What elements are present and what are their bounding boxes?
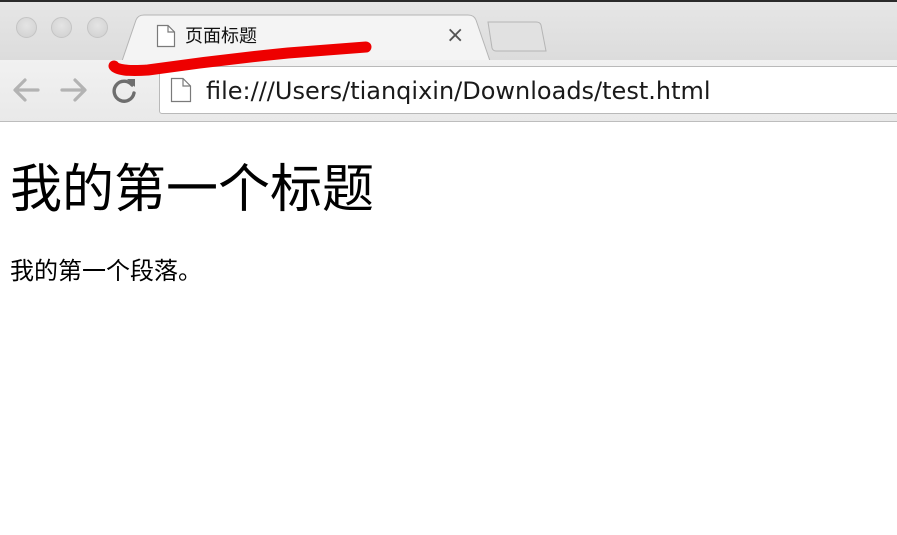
new-tab-button[interactable] bbox=[486, 21, 548, 53]
tab-close-icon[interactable]: × bbox=[446, 25, 464, 47]
page-icon bbox=[156, 24, 176, 48]
reload-icon[interactable] bbox=[110, 76, 140, 104]
window-zoom-control[interactable] bbox=[87, 17, 108, 38]
window-close-control[interactable] bbox=[16, 17, 37, 38]
page-paragraph: 我的第一个段落。 bbox=[10, 257, 202, 285]
back-arrow-icon[interactable] bbox=[10, 76, 42, 104]
forward-arrow-icon[interactable] bbox=[58, 76, 90, 104]
window-minimize-control[interactable] bbox=[51, 17, 72, 38]
browser-window: 页面标题 × file:///Users/tianqixin/Downloads… bbox=[0, 0, 897, 535]
address-bar-text[interactable]: file:///Users/tianqixin/Downloads/test.h… bbox=[206, 76, 711, 106]
active-tab[interactable] bbox=[122, 14, 492, 62]
page-heading: 我的第一个标题 bbox=[10, 160, 375, 220]
tab-title: 页面标题 bbox=[185, 26, 257, 47]
address-page-icon bbox=[170, 77, 192, 103]
